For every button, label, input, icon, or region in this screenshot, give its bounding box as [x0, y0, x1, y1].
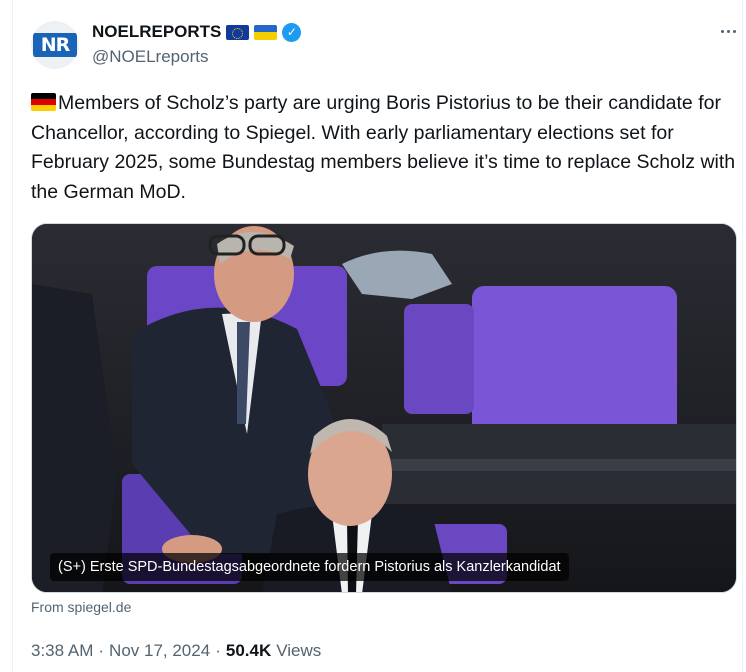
avatar-logo: NR	[33, 33, 77, 57]
tweet-date[interactable]: Nov 17, 2024	[109, 641, 210, 661]
tweet-body: Members of Scholz’s party are urging Bor…	[31, 92, 736, 203]
verified-badge-icon[interactable]: ✓	[282, 22, 302, 42]
germany-flag-icon	[31, 93, 56, 111]
tweet-header: NR NOELREPORTS ✓ @NOELreports	[31, 18, 736, 72]
tweet-text: Members of Scholz’s party are urging Bor…	[31, 89, 736, 207]
link-card[interactable]: (S+) Erste SPD-Bundestagsabgeordnete for…	[31, 223, 737, 593]
eu-flag-icon	[226, 24, 250, 40]
more-options-icon[interactable]	[717, 20, 739, 42]
tweet-time[interactable]: 3:38 AM	[31, 641, 93, 661]
link-source[interactable]: From spiegel.de	[31, 599, 131, 615]
timeline-border-right	[742, 0, 743, 672]
meta-separator: ·	[98, 641, 105, 660]
meta-separator: ·	[215, 641, 221, 660]
timeline-border-left	[12, 0, 13, 672]
author-handle[interactable]: @NOELreports	[92, 47, 208, 67]
link-card-caption: (S+) Erste SPD-Bundestagsabgeordnete for…	[50, 553, 569, 581]
link-card-image	[32, 224, 736, 592]
avatar[interactable]: NR	[31, 21, 79, 69]
tweet-meta: 3:38 AM · Nov 17, 2024 · 50.4K Views	[31, 641, 321, 661]
author-name-row: NOELREPORTS ✓	[92, 22, 302, 42]
ukraine-flag-icon	[254, 24, 278, 40]
views-count: 50.4K	[225, 641, 272, 660]
author-display-name[interactable]: NOELREPORTS	[92, 22, 221, 42]
views-label: Views	[276, 641, 322, 660]
